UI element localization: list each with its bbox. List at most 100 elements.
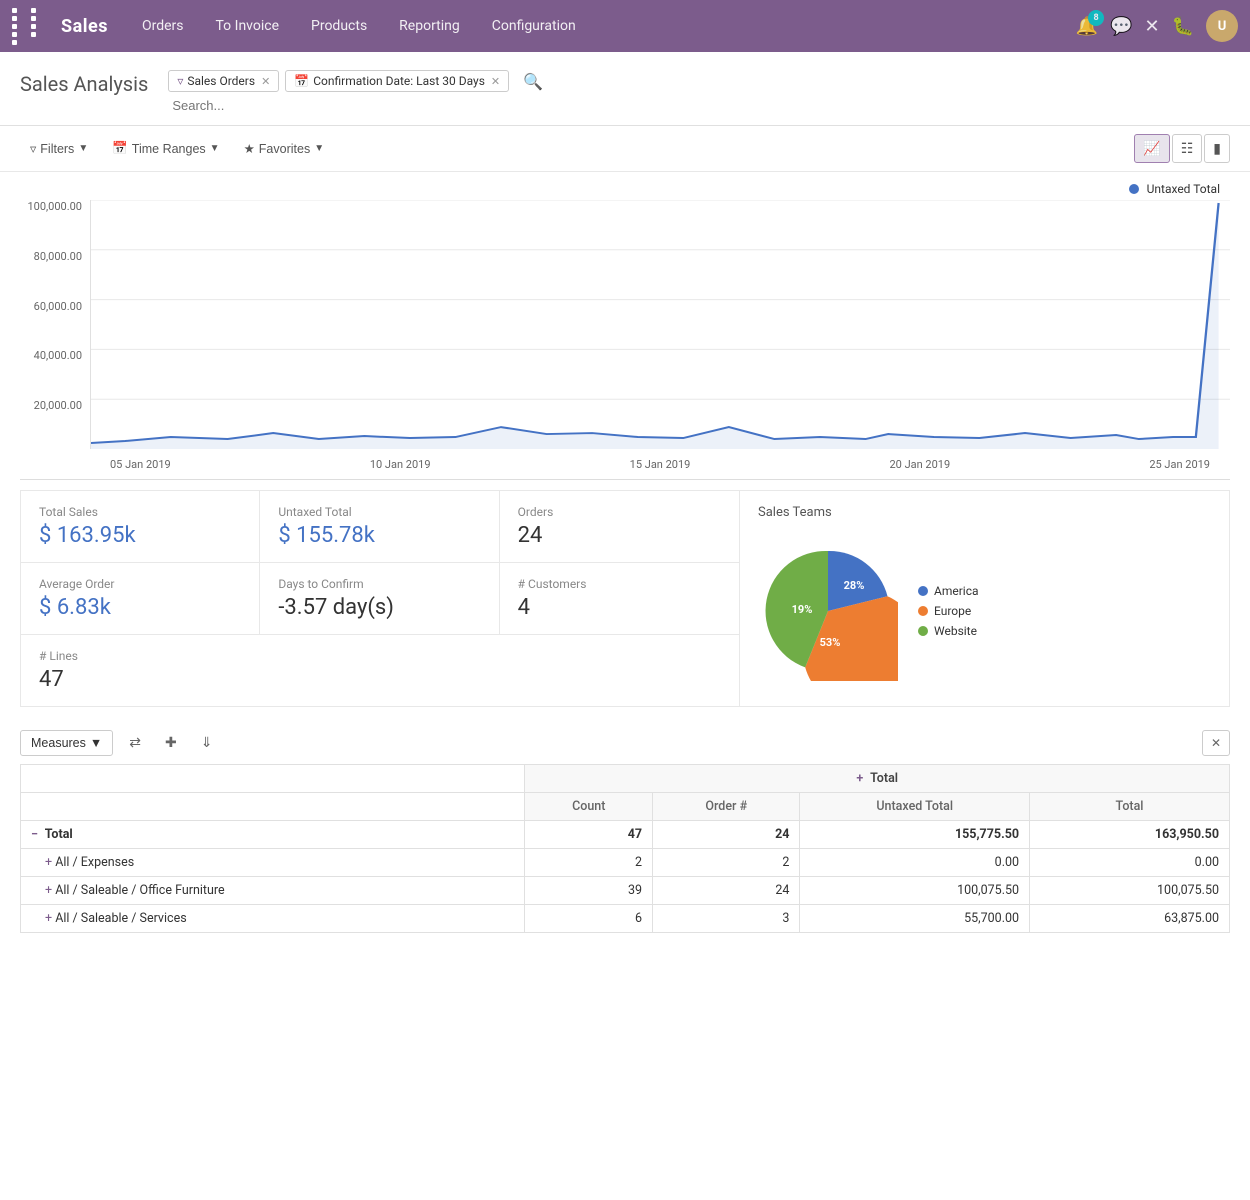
chat-icon[interactable]: 💬 — [1110, 16, 1132, 37]
total-col-label: Total — [870, 771, 898, 786]
user-avatar[interactable]: U — [1206, 10, 1238, 42]
america-label: America — [934, 584, 979, 598]
filter-tag-confirmation-date[interactable]: 📅 Confirmation Date: Last 30 Days ✕ — [285, 70, 509, 92]
y-label-1: 80,000.00 — [34, 250, 82, 263]
table-row-expenses: + All / Expenses 2 2 0.00 0.00 — [21, 849, 1230, 877]
pie-content: 28% 53% 19% America Europe — [758, 530, 1211, 692]
furniture-label: + All / Saleable / Office Furniture — [21, 877, 525, 905]
table-row-total: − Total 47 24 155,775.50 163,950.50 — [21, 821, 1230, 849]
pivot-table: + Total Count Order # Untaxed Total Tota… — [20, 764, 1230, 933]
filters-label: Filters — [40, 142, 74, 156]
notification-icon[interactable]: 🔔 8 — [1076, 16, 1098, 37]
download-button[interactable]: ⇓ — [193, 729, 221, 756]
stat-total-sales: Total Sales $ 163.95k — [21, 491, 260, 563]
toolbar-row: ▿ Filters ▼ 📅 Time Ranges ▼ ★ Favorites … — [0, 126, 1250, 172]
legend-dot — [1129, 184, 1139, 194]
x-label-3: 20 Jan 2019 — [889, 458, 950, 471]
stats-area: Total Sales $ 163.95k Untaxed Total $ 15… — [0, 480, 1250, 717]
y-label-2: 60,000.00 — [34, 300, 82, 313]
untaxed-total-value: $ 155.78k — [278, 523, 480, 548]
services-order: 3 — [653, 905, 800, 933]
total-total: 163,950.50 — [1030, 821, 1230, 849]
stat-untaxed-total: Untaxed Total $ 155.78k — [260, 491, 499, 563]
debug-icon[interactable]: 🐛 — [1172, 16, 1194, 37]
col-swap-button[interactable]: ⇄ — [121, 729, 149, 756]
pie-legend-europe: Europe — [918, 604, 979, 618]
stats-grid: Total Sales $ 163.95k Untaxed Total $ 15… — [20, 490, 740, 707]
filter-icon-btn: ▿ — [30, 141, 36, 156]
lines-value: 47 — [39, 667, 721, 692]
nav-products[interactable]: Products — [297, 12, 381, 40]
view-list-btn[interactable]: ☷ — [1172, 134, 1203, 163]
search-input[interactable] — [168, 96, 368, 115]
filters-button[interactable]: ▿ Filters ▼ — [20, 136, 98, 161]
avg-order-value: $ 6.83k — [39, 595, 241, 620]
view-chart-btn[interactable]: 📈 — [1134, 134, 1169, 163]
nav-orders[interactable]: Orders — [128, 12, 198, 40]
page-header: Sales Analysis ▿ Sales Orders ✕ 📅 Confir… — [0, 52, 1250, 126]
furniture-untaxed: 100,075.50 — [800, 877, 1030, 905]
expand-all-button[interactable]: ✚ — [157, 729, 185, 756]
expenses-untaxed: 0.00 — [800, 849, 1030, 877]
days-confirm-value: -3.57 day(s) — [278, 595, 480, 620]
svg-text:53%: 53% — [820, 636, 841, 649]
view-bar-btn[interactable]: ▮ — [1204, 134, 1230, 163]
notification-badge: 8 — [1088, 10, 1104, 26]
services-count: 6 — [525, 905, 653, 933]
table-row-services: + All / Saleable / Services 6 3 55,700.0… — [21, 905, 1230, 933]
measures-button[interactable]: Measures ▼ — [20, 730, 113, 756]
search-icon[interactable]: 🔍 — [523, 72, 543, 91]
favorites-button[interactable]: ★ Favorites ▼ — [234, 136, 335, 161]
chart-legend: Untaxed Total — [20, 182, 1230, 196]
collapse-icon[interactable]: − — [31, 827, 38, 842]
close-icon[interactable]: ✕ — [1144, 16, 1159, 37]
expand-icon-services[interactable]: + — [45, 911, 52, 926]
expenses-label: + All / Expenses — [21, 849, 525, 877]
expand-icon-expenses[interactable]: + — [45, 855, 52, 870]
pie-area: Sales Teams 28% — [740, 490, 1230, 707]
furniture-total: 100,075.50 — [1030, 877, 1230, 905]
website-dot — [918, 626, 928, 636]
y-label-0: 100,000.00 — [27, 200, 82, 213]
col-header-order: Order # — [653, 793, 800, 821]
total-count: 47 — [525, 821, 653, 849]
orders-label: Orders — [518, 505, 721, 519]
stat-days-confirm: Days to Confirm -3.57 day(s) — [260, 563, 499, 635]
pie-title: Sales Teams — [758, 505, 1211, 520]
customers-label: # Customers — [518, 577, 721, 591]
total-col-header: + Total — [525, 765, 1230, 793]
grid-menu-icon[interactable] — [12, 8, 47, 45]
europe-dot — [918, 606, 928, 616]
filter-tag-label-0: Sales Orders — [187, 74, 255, 88]
star-icon: ★ — [244, 141, 255, 156]
x-label-0: 05 Jan 2019 — [110, 458, 171, 471]
nav-reporting[interactable]: Reporting — [385, 12, 474, 40]
filter-tag-sales-orders[interactable]: ▿ Sales Orders ✕ — [168, 70, 279, 92]
expenses-count: 2 — [525, 849, 653, 877]
expand-icon-furniture[interactable]: + — [45, 883, 52, 898]
website-label: Website — [934, 624, 977, 638]
table-area: Measures ▼ ⇄ ✚ ⇓ ✕ + Total Count — [0, 717, 1250, 953]
fullscreen-button[interactable]: ✕ — [1202, 730, 1230, 756]
pie-legend-website: Website — [918, 624, 979, 638]
filter-remove-1[interactable]: ✕ — [491, 75, 500, 88]
stat-customers: # Customers 4 — [500, 563, 739, 635]
page-content: Sales Analysis ▿ Sales Orders ✕ 📅 Confir… — [0, 52, 1250, 1200]
furniture-count: 39 — [525, 877, 653, 905]
col-header-total: Total — [1030, 793, 1230, 821]
app-brand[interactable]: Sales — [61, 16, 108, 37]
empty-header — [21, 765, 525, 793]
stat-lines: # Lines 47 — [21, 635, 739, 706]
x-axis: 05 Jan 2019 10 Jan 2019 15 Jan 2019 20 J… — [90, 449, 1230, 479]
page-title: Sales Analysis — [20, 72, 148, 96]
x-label-1: 10 Jan 2019 — [370, 458, 431, 471]
y-label-3: 40,000.00 — [34, 349, 82, 362]
nav-to-invoice[interactable]: To Invoice — [202, 12, 294, 40]
stat-avg-order: Average Order $ 6.83k — [21, 563, 260, 635]
search-filters-row: ▿ Sales Orders ✕ 📅 Confirmation Date: La… — [168, 70, 1230, 92]
nav-configuration[interactable]: Configuration — [478, 12, 590, 40]
chart-wrapper: 100,000.00 80,000.00 60,000.00 40,000.00… — [20, 200, 1230, 480]
pie-legend-america: America — [918, 584, 979, 598]
filter-remove-0[interactable]: ✕ — [261, 75, 270, 88]
time-ranges-button[interactable]: 📅 Time Ranges ▼ — [102, 136, 229, 161]
